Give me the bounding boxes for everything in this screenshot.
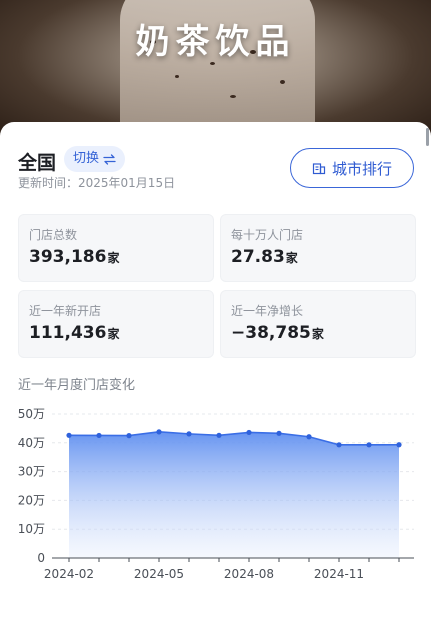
y-tick-label: 0	[37, 551, 45, 565]
data-point	[396, 442, 402, 448]
scroll-indicator[interactable]	[426, 128, 429, 146]
data-point	[66, 432, 72, 438]
x-tick-label: 2024-08	[224, 567, 274, 581]
chart-title: 近一年月度门店变化	[18, 378, 136, 393]
city-ranking-button[interactable]: 城市排行	[290, 148, 414, 188]
stat-value: 393,186家	[29, 247, 120, 267]
switch-label: 切换	[73, 151, 100, 166]
data-point	[126, 433, 132, 439]
swap-arrows-icon	[103, 153, 116, 165]
stat-card-new-stores: 近一年新开店 111,436家	[18, 290, 214, 358]
stat-label: 门店总数	[29, 228, 78, 242]
city-ranking-label: 城市排行	[331, 159, 392, 178]
stat-label: 近一年新开店	[29, 304, 102, 318]
store-trend-chart: 0 10万 20万 30万 40万 50万 2024-02 2024-05 2024-08 202…	[18, 407, 414, 581]
hero-banner: 奶茶饮品	[0, 0, 431, 140]
y-tick-label: 30万	[18, 465, 45, 479]
stat-card-total-stores: 门店总数 393,186家	[18, 214, 214, 282]
page-title: 奶茶饮品	[135, 22, 296, 62]
y-tick-label: 20万	[18, 493, 45, 507]
stat-value: 111,436家	[29, 323, 120, 343]
data-point	[246, 429, 252, 436]
stat-value: 27.83家	[231, 247, 298, 267]
x-tick-label: 2024-02	[44, 567, 94, 581]
data-point	[306, 434, 312, 440]
stat-label: 每十万人门店	[231, 228, 304, 242]
y-tick-label: 50万	[18, 407, 45, 421]
data-point	[366, 442, 372, 448]
y-tick-label: 40万	[18, 436, 45, 450]
data-point	[276, 430, 282, 436]
area-fill	[69, 431, 399, 558]
building-icon	[312, 163, 326, 175]
data-point	[156, 429, 162, 435]
stat-label: 近一年净增长	[231, 304, 304, 318]
stat-card-per-100k: 每十万人门店 27.83家	[220, 214, 416, 282]
data-point	[336, 442, 342, 448]
stat-card-net-growth: 近一年净增长 −38,785家	[220, 290, 416, 358]
data-point	[96, 432, 102, 439]
switch-region-button[interactable]: 切换	[64, 146, 126, 172]
data-point	[186, 431, 192, 437]
update-time: 更新时间：2025年01月15日	[18, 176, 176, 190]
region-label: 全国	[18, 152, 57, 174]
y-tick-label: 10万	[18, 522, 45, 536]
x-tick-label: 2024-05	[134, 567, 184, 581]
stat-value: −38,785家	[231, 323, 324, 343]
data-point	[216, 432, 222, 438]
x-tick-label: 2024-11	[314, 567, 364, 581]
